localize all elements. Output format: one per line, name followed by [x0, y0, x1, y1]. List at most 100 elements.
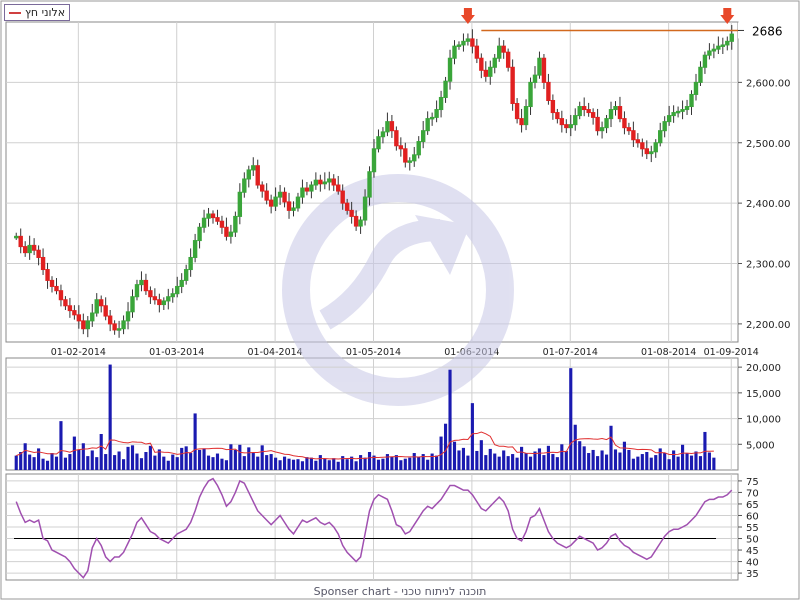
candle-body: [237, 191, 243, 217]
volume-bar: [694, 451, 698, 470]
candle-body: [380, 131, 386, 138]
x-tick-label: 01-02-2014: [51, 347, 106, 358]
volume-bar: [663, 453, 667, 470]
candle-body: [215, 217, 220, 222]
volume-bar: [582, 446, 586, 470]
candle-body: [537, 57, 542, 76]
candle-body: [300, 187, 305, 198]
candle-body: [304, 187, 310, 192]
y-tick-label: 2,600.00: [746, 78, 791, 89]
volume-bar: [676, 456, 680, 470]
volume-bar: [591, 449, 595, 470]
candle-body: [152, 296, 158, 301]
volume-bar: [50, 453, 54, 470]
volume-bar: [175, 457, 179, 470]
volume-bar: [452, 441, 457, 470]
volume-bar: [376, 459, 381, 470]
candle-body: [371, 148, 377, 173]
volume-bar: [211, 457, 215, 470]
volume-bar: [309, 457, 313, 470]
candle-body: [282, 191, 287, 203]
y-tick-label: 60: [746, 511, 759, 522]
candle-body: [447, 57, 453, 82]
candle-body: [385, 121, 390, 133]
volume-bar: [278, 460, 282, 470]
candle-body: [183, 269, 189, 281]
candle-body: [456, 44, 462, 47]
volume-bar: [578, 441, 582, 470]
candle-body: [626, 127, 632, 132]
volume-bar: [457, 450, 461, 470]
volume-bar: [122, 459, 126, 470]
volume-bar: [99, 434, 103, 470]
volume-bar: [287, 458, 291, 470]
candle-body: [407, 160, 412, 163]
volume-bar: [394, 455, 398, 470]
candle-body: [277, 191, 283, 198]
x-tick-label: 01-08-2014: [641, 347, 696, 358]
candle-body: [680, 109, 685, 112]
volume-bar: [184, 446, 188, 470]
volume-bar: [631, 458, 635, 470]
candle-body: [546, 81, 551, 101]
volume-bar: [314, 460, 318, 470]
volume-bar: [672, 450, 676, 470]
volume-bar: [336, 461, 340, 470]
volume-bar: [171, 454, 175, 470]
candle-body: [635, 139, 641, 144]
volume-bar: [546, 445, 550, 470]
candle-body: [617, 106, 623, 120]
candle-body: [658, 130, 663, 144]
candle-body: [251, 165, 256, 171]
volume-bar: [318, 455, 322, 470]
volume-bar: [265, 455, 269, 470]
volume-bar: [564, 450, 568, 470]
volume-bar: [95, 457, 99, 470]
volume-bar: [506, 456, 510, 470]
candle-body: [474, 45, 480, 59]
candle-body: [698, 66, 703, 83]
stock-chart-svg: 01-02-2014 01-03-2014 01-04-2014 01-05-2014…: [0, 0, 800, 600]
candle-body: [483, 69, 489, 77]
volume-bar: [305, 457, 309, 470]
volume-bar: [537, 448, 542, 470]
candle-body: [519, 118, 524, 126]
volume-bar: [206, 455, 211, 470]
candle-body: [170, 293, 175, 298]
candle-body: [40, 256, 46, 271]
y-tick-label: 35: [746, 569, 759, 580]
x-tick-label: 01-04-2014: [248, 347, 303, 358]
candle-body: [702, 54, 708, 68]
x-tick-label: 01-07-2014: [543, 347, 598, 358]
candle-body: [72, 310, 77, 316]
x-tick-label: 01-09-2014: [704, 347, 759, 358]
volume-bar: [86, 456, 90, 470]
volume-bar: [569, 368, 573, 470]
candle-body: [228, 231, 234, 237]
volume-bar: [359, 455, 363, 470]
volume-bar: [649, 457, 653, 470]
y-tick-label: 75: [746, 477, 759, 488]
volume-bar: [618, 452, 622, 470]
candle-body: [573, 115, 578, 126]
candle-body: [63, 299, 68, 307]
candle-body: [577, 106, 582, 117]
candle-body: [242, 178, 247, 193]
candle-body: [461, 40, 466, 46]
candle-body: [201, 217, 207, 228]
candle-body: [725, 40, 730, 46]
volume-bar: [426, 459, 430, 470]
candle-body: [139, 279, 144, 286]
volume-bar: [327, 460, 331, 470]
volume-bar: [130, 445, 135, 470]
volume-bar: [412, 453, 416, 470]
volume-bar: [59, 421, 63, 470]
volume-bar: [479, 440, 483, 470]
candle-body: [224, 226, 229, 237]
volume-bar: [390, 456, 394, 470]
candle-body: [497, 45, 502, 59]
candle-body: [675, 110, 681, 114]
candle-body: [116, 328, 122, 331]
volume-bar: [220, 458, 224, 470]
volume-bar: [654, 455, 658, 470]
